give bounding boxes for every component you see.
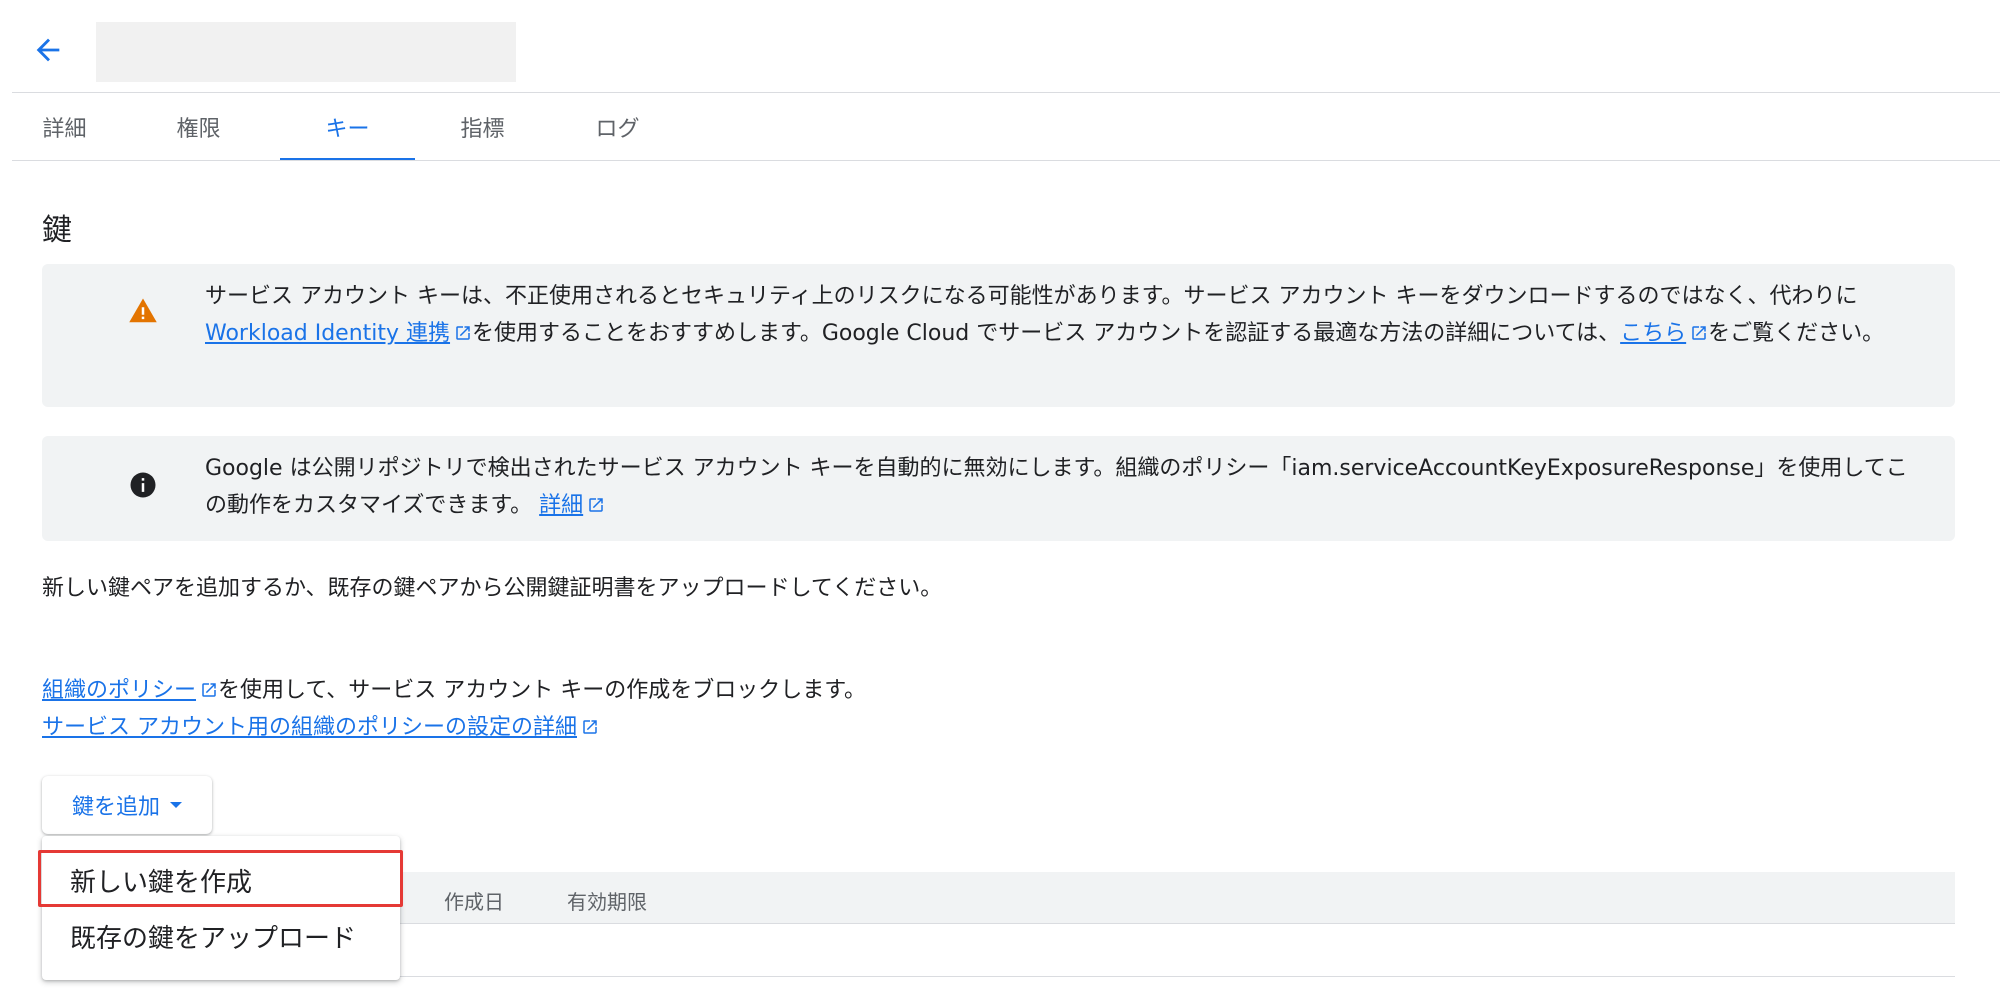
column-expiry[interactable]: 有効期限 (567, 886, 647, 915)
warning-banner: サービス アカウント キーは、不正使用されるとセキュリティ上のリスクになる可能性… (42, 264, 1955, 407)
info-text: Google は公開リポジトリで検出されたサービス アカウント キーを自動的に無… (205, 450, 1919, 524)
info-banner: Google は公開リポジトリで検出されたサービス アカウント キーを自動的に無… (42, 436, 1955, 541)
tabs-divider (12, 160, 2000, 161)
add-key-label: 鍵を追加 (71, 795, 160, 820)
org-policy-link[interactable]: 組織のポリシー (42, 678, 196, 703)
add-key-menu: 新しい鍵を作成 既存の鍵をアップロード (42, 836, 400, 980)
add-key-button[interactable]: 鍵を追加 (42, 776, 212, 834)
tab-permissions[interactable]: 権限 (117, 93, 280, 161)
section-title: 鍵 (42, 213, 72, 248)
external-link-icon (589, 498, 603, 512)
external-link-icon (583, 720, 597, 734)
arrow-back-icon (36, 38, 60, 62)
warning-icon (129, 298, 157, 323)
external-link-icon (456, 326, 470, 340)
best-practices-link[interactable]: こちら (1620, 321, 1686, 346)
info-icon (130, 472, 156, 498)
tab-metrics[interactable]: 指標 (415, 93, 550, 161)
tab-bar: 詳細 権限 キー 指標 ログ (12, 93, 685, 161)
column-created[interactable]: 作成日 (444, 886, 504, 915)
key-description: 新しい鍵ペアを追加するか、既存の鍵ペアから公開鍵証明書をアップロードしてください… (42, 576, 943, 601)
dropdown-caret-icon (170, 802, 182, 808)
external-link-icon (202, 683, 216, 697)
tab-logs[interactable]: ログ (550, 93, 685, 161)
warning-text-part: をご覧ください。 (1708, 321, 1885, 346)
workload-identity-link[interactable]: Workload Identity 連携 (205, 321, 450, 346)
service-account-title-redacted (96, 22, 516, 82)
page: 詳細 権限 キー 指標 ログ 鍵 サービス アカウント キーは、不正使用されると… (0, 0, 2012, 998)
back-button[interactable] (26, 28, 70, 72)
tab-keys[interactable]: キー (280, 93, 415, 161)
warning-text-part: を使用することをおすすめします。Google Cloud でサービス アカウント… (472, 321, 1621, 346)
policy-text: 組織のポリシー を使用して、サービス アカウント キーの作成をブロックします。 サ… (42, 672, 1242, 746)
menu-item-create-new-key[interactable]: 新しい鍵を作成 (42, 852, 400, 908)
external-link-icon (1692, 326, 1706, 340)
warning-text-part: サービス アカウント キーは、不正使用されるとセキュリティ上のリスクになる可能性… (205, 284, 1858, 309)
org-policy-details-link[interactable]: サービス アカウント用の組織のポリシーの設定の詳細 (42, 715, 577, 740)
policy-text-part: を使用して、サービス アカウント キーの作成をブロックします。 (218, 678, 867, 703)
info-details-link[interactable]: 詳細 (539, 493, 583, 518)
warning-text: サービス アカウント キーは、不正使用されるとセキュリティ上のリスクになる可能性… (205, 278, 1919, 352)
tab-details[interactable]: 詳細 (12, 93, 117, 161)
menu-item-upload-existing-key[interactable]: 既存の鍵をアップロード (42, 908, 400, 964)
info-text-part: Google は公開リポジトリで検出されたサービス アカウント キーを自動的に無… (205, 456, 1908, 518)
